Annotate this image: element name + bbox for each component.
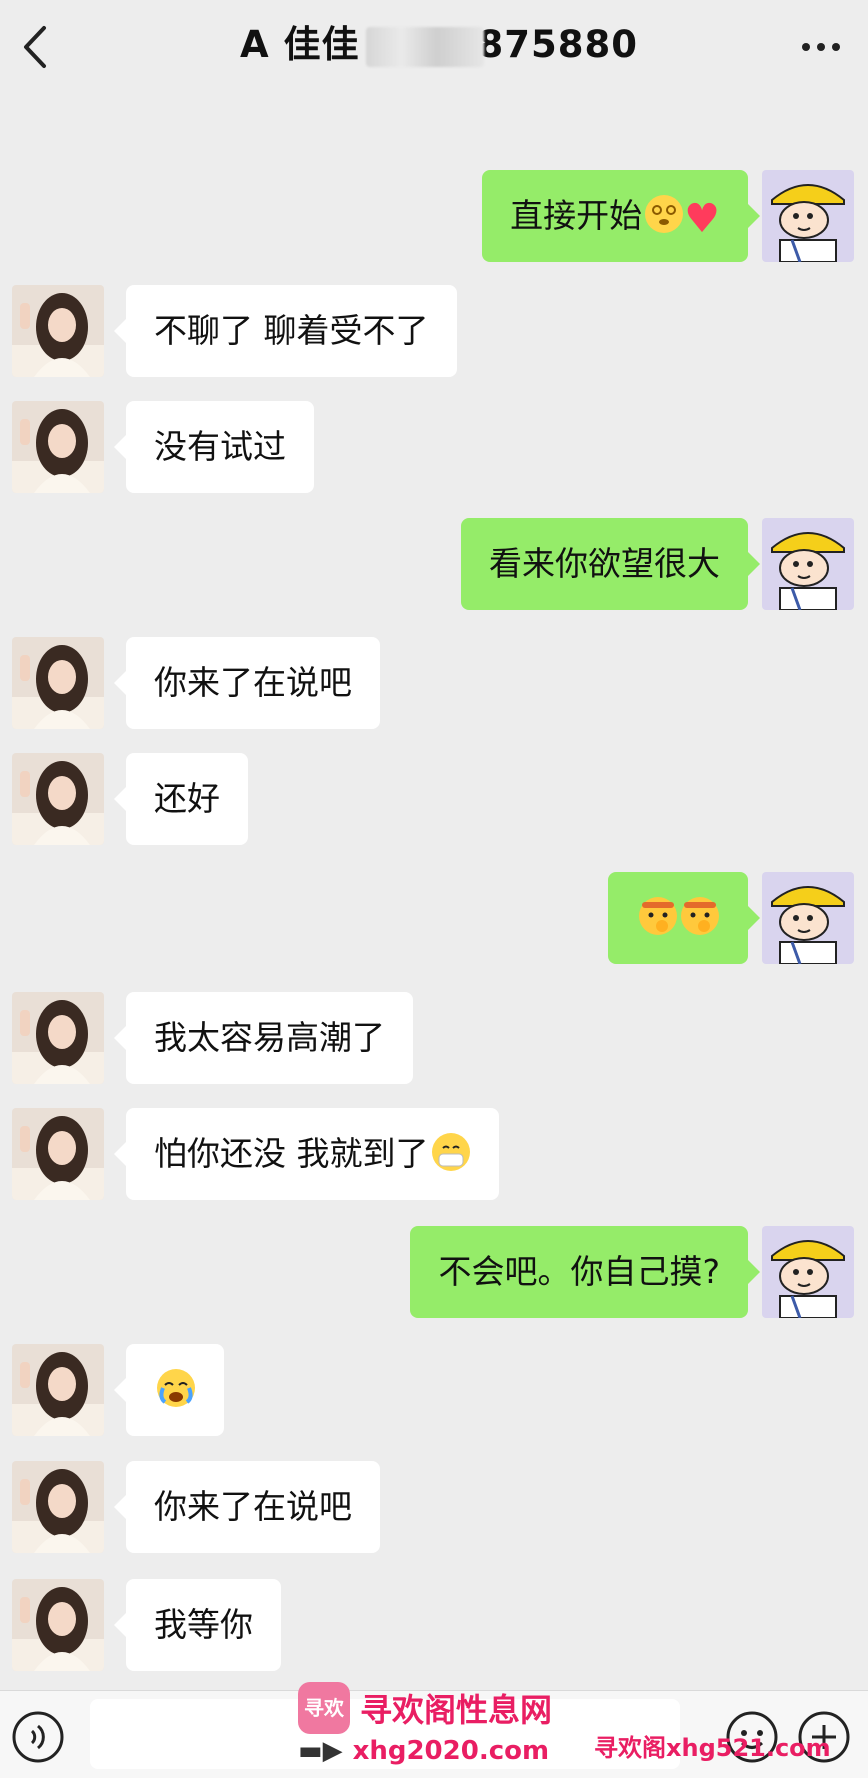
contact-avatar[interactable] — [12, 1579, 104, 1671]
contact-avatar[interactable] — [12, 753, 104, 845]
incoming-message-bubble[interactable]: 没有试过 — [114, 401, 314, 493]
pondering-face-icon — [680, 879, 720, 935]
outgoing-message-bubble[interactable]: 不会吧。你自己摸? — [410, 1226, 760, 1318]
contact-avatar[interactable] — [12, 992, 104, 1084]
message-text: 不会吧。你自己摸? — [438, 1252, 720, 1291]
message-text: 没有试过 — [154, 427, 286, 466]
incoming-message-bubble[interactable]: 不聊了 聊着受不了 — [114, 285, 457, 377]
arrow-right-icon: ▬▶ — [298, 1736, 343, 1766]
contact-avatar[interactable] — [12, 1344, 104, 1436]
watermark-site: 寻欢 寻欢阁性息网 — [298, 1680, 552, 1736]
message-text: 你来了在说吧 — [154, 663, 352, 702]
contact-avatar[interactable] — [12, 637, 104, 729]
chat-title-number: 875880 — [477, 23, 638, 66]
pondering-face-icon — [638, 879, 678, 935]
watermark-site-name: 寻欢阁性息网 — [360, 1691, 553, 1729]
contact-avatar[interactable] — [12, 1461, 104, 1553]
contact-avatar[interactable] — [12, 1108, 104, 1200]
contact-avatar[interactable] — [12, 401, 104, 493]
my-avatar[interactable] — [762, 518, 854, 610]
outgoing-message-bubble[interactable]: 直接开始 ♥ — [482, 170, 760, 262]
message-text: 怕你还没 我就到了 — [154, 1134, 429, 1173]
outgoing-message-bubble[interactable] — [608, 872, 760, 964]
my-avatar[interactable] — [762, 170, 854, 262]
message-text: 还好 — [154, 779, 220, 818]
chat-title-name: A 佳佳 — [240, 23, 360, 66]
message-text: 我太容易高潮了 — [154, 1018, 385, 1057]
incoming-message-bubble[interactable]: 我太容易高潮了 — [114, 992, 413, 1084]
watermark-url: ▬▶ xhg2020.com — [298, 1736, 549, 1766]
dizzy-face-icon — [644, 177, 684, 233]
incoming-message-bubble[interactable]: 我等你 — [114, 1579, 281, 1671]
voice-icon[interactable] — [10, 1709, 66, 1765]
message-text: 不聊了 聊着受不了 — [154, 311, 429, 350]
message-text: 看来你欲望很大 — [489, 544, 720, 583]
crying-face-icon — [156, 1351, 196, 1407]
chat-title: A 佳佳 875880 — [240, 20, 638, 70]
chevron-left-icon[interactable] — [16, 22, 56, 72]
incoming-message-bubble[interactable] — [114, 1344, 224, 1436]
my-avatar[interactable] — [762, 872, 854, 964]
my-avatar[interactable] — [762, 1226, 854, 1318]
incoming-message-bubble[interactable]: 你来了在说吧 — [114, 637, 380, 729]
blurred-text — [365, 26, 484, 67]
incoming-message-bubble[interactable]: 还好 — [114, 753, 248, 845]
heart-icon: ♥ — [684, 196, 720, 242]
watermark-logo: 寻欢 — [298, 1682, 350, 1734]
incoming-message-bubble[interactable]: 你来了在说吧 — [114, 1461, 380, 1553]
mask-face-icon — [431, 1115, 471, 1171]
contact-avatar[interactable] — [12, 285, 104, 377]
message-text: 我等你 — [154, 1605, 253, 1644]
message-text: 直接开始 — [510, 196, 643, 235]
chat-header: A 佳佳 875880 — [0, 0, 868, 96]
watermark-url1: xhg2020.com — [352, 1736, 550, 1766]
incoming-message-bubble[interactable]: 怕你还没 我就到了 — [114, 1108, 499, 1200]
more-dots-icon[interactable] — [798, 30, 844, 64]
outgoing-message-bubble[interactable]: 看来你欲望很大 — [461, 518, 760, 610]
watermark-url2: 寻欢阁xhg521.com — [594, 1734, 831, 1762]
message-text: 你来了在说吧 — [154, 1487, 352, 1526]
